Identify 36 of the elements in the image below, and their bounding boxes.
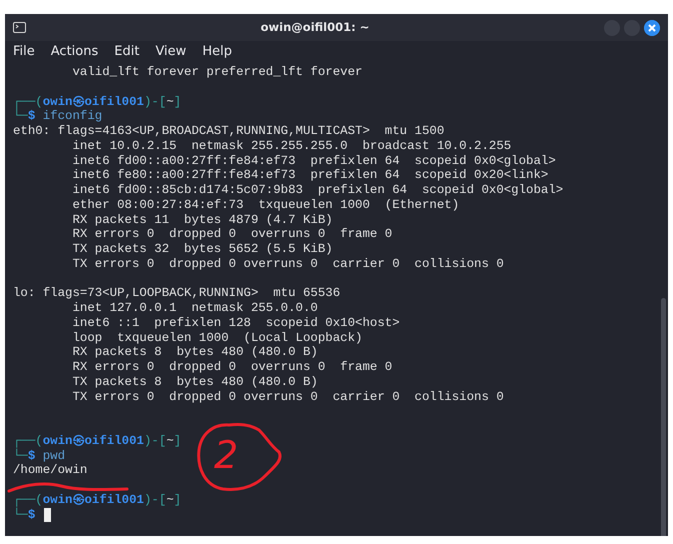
terminal-output-line: eth0: flags=4163<UP,BROADCAST,RUNNING,MULTICAST> mtu 1500: [13, 124, 444, 138]
terminal-output-line: ether 08:00:27:84:ef:73 txqueuelen 1000 (Ethernet): [71, 198, 460, 212]
menu-item[interactable]: View: [155, 42, 186, 62]
terminal-output-line: inet6 fd00::a00:27ff:fe84:ef73 prefixlen 64 scopeid 0x0<global>: [71, 154, 556, 168]
terminal-output-line: inet 127.0.0.1 netmask 255.0.0.0: [71, 301, 318, 315]
close-icon[interactable]: [644, 20, 660, 36]
prompt-line: ┌──(owin㉿oifil001)-[~]: [13, 492, 182, 507]
terminal-output-line: inet6 ::1 prefixlen 128 scopeid 0x10<host>: [71, 316, 400, 330]
window-title: owin@oifil001: ~: [260, 20, 370, 34]
terminal-output-line: /home/owin: [13, 463, 88, 478]
terminal-output-line: TX packets 8 bytes 480 (480.0 B): [71, 374, 318, 389]
terminal-output-line: TX errors 0 dropped 0 overruns 0 carrier 0 collisions 0: [71, 390, 504, 404]
terminal-output-line: RX errors 0 dropped 0 overruns 0 frame 0: [71, 360, 392, 374]
menu-item[interactable]: Help: [202, 42, 232, 62]
command-line: └─$ ifconfig: [13, 109, 102, 124]
terminal-icon: [13, 22, 26, 33]
menu-item[interactable]: Edit: [114, 42, 140, 62]
handwritten-number: 2: [214, 436, 238, 474]
terminal-output-line: TX errors 0 dropped 0 overruns 0 carrier 0 collisions 0: [71, 256, 504, 271]
terminal-output-line: inet6 fd00::85cb:d174:5c07:9b83 prefixlen 64 scopeid 0x0<global>: [71, 183, 564, 197]
command-line: └─$: [13, 508, 36, 522]
terminal-output-line: inet6 fe80::a00:27ff:fe84:ef73 prefixlen 64 scopeid 0x20<link>: [71, 168, 548, 182]
prompt-line: ┌──(owin㉿oifil001)-[~]: [13, 434, 182, 448]
scrollbar[interactable]: [661, 298, 666, 536]
terminal-output-line: inet 10.0.2.15 netmask 255.255.255.0 broadcast 10.0.2.255: [71, 138, 512, 153]
menu-item[interactable]: Actions: [50, 42, 98, 62]
menu-item[interactable]: File: [13, 42, 35, 62]
terminal-output-line: TX packets 32 bytes 5652 (5.5 KiB): [71, 242, 333, 256]
prompt-line: ┌──(owin㉿oifil001)-[~]: [13, 94, 182, 108]
terminal-output-line: RX packets 8 bytes 480 (480.0 B): [71, 345, 318, 360]
terminal-output-line: loop txqueuelen 1000 (Local Loopback): [71, 330, 362, 344]
terminal-output-line: lo: flags=73<UP,LOOPBACK,RUNNING> mtu 65536: [13, 286, 340, 300]
terminal-output-line: valid_lft forever preferred_lft forever: [71, 65, 362, 79]
terminal-output-line: RX errors 0 dropped 0 overruns 0 frame 0: [71, 227, 392, 242]
command-line: └─$ pwd: [13, 448, 66, 464]
terminal-output-line: RX packets 11 bytes 4879 (4.7 KiB): [71, 212, 333, 226]
